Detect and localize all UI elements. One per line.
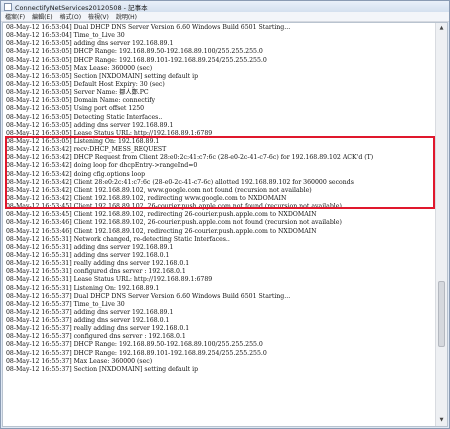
log-line: 08-May-12 16:53:05] Using port offset 12… (6, 105, 145, 113)
log-line: 08-May-12 16:55:37] Section [NXDOMAIN] s… (6, 365, 199, 373)
log-line: 08-May-12 16:55:31] Lease Status URL: ht… (6, 276, 213, 284)
title-bar[interactable]: ConnectifyNetServices20120508 - 記事本 (1, 1, 449, 12)
log-line: 08-May-12 16:55:37] configured dns serve… (6, 333, 186, 341)
log-line: 08-May-12 16:53:05] adding dns server 19… (6, 121, 174, 129)
log-line: 08-May-12 16:53:05] Default Host Expiry:… (6, 80, 165, 88)
log-line: 08-May-12 16:53:42] Client 28:e0:2c:41:c… (6, 178, 354, 186)
log-line: 08-May-12 16:55:31] configured dns serve… (6, 268, 186, 276)
log-line: 08-May-12 16:55:31] really adding dns se… (6, 260, 190, 268)
log-line: 08-May-12 16:53:05] adding dns server 19… (6, 40, 174, 48)
menu-item[interactable]: 檔案(F) (5, 12, 25, 21)
log-line: 08-May-12 16:53:05] Max Lease: 360000 (s… (6, 64, 153, 72)
log-line: 08-May-12 16:55:37] Dual DHCP DNS Server… (6, 292, 291, 300)
log-line: 08-May-12 16:53:42] DHCP Request from Cl… (6, 154, 374, 162)
menu-item[interactable]: 檢視(V) (88, 12, 109, 21)
log-line: 08-May-12 16:55:37] DHCP Range: 192.168.… (6, 341, 263, 349)
menu-item[interactable]: 編輯(E) (32, 12, 52, 21)
log-line: 08-May-12 16:55:31] Listening On: 192.16… (6, 284, 160, 292)
log-line: 08-May-12 16:53:05] Detecting Static Int… (6, 113, 163, 121)
log-line: 08-May-12 16:53:04] Time_to_Live 30 (6, 32, 125, 40)
log-line: 08-May-12 16:55:31] adding dns server 19… (6, 251, 170, 259)
menu-item[interactable]: 說明(H) (116, 12, 137, 21)
log-line: 08-May-12 16:53:05] DHCP Range: 192.168.… (6, 48, 263, 56)
log-line: 08-May-12 16:53:05] DHCP Range: 192.168.… (6, 56, 267, 64)
notepad-window: ConnectifyNetServices20120508 - 記事本 檔案(F… (0, 0, 450, 429)
vertical-scrollbar[interactable]: ▲ ▼ (435, 23, 447, 426)
log-line: 08-May-12 16:53:42] doing cfig.options l… (6, 170, 146, 178)
log-line: 08-May-12 16:53:45] Client 192.168.89.10… (6, 203, 342, 211)
scroll-down-arrow-icon[interactable]: ▼ (436, 415, 447, 426)
log-line: 08-May-12 16:53:05] Listening On: 192.16… (6, 137, 160, 145)
log-line: 08-May-12 16:53:46] Client 192.168.89.10… (6, 219, 342, 227)
notepad-icon (4, 2, 12, 11)
scroll-thumb[interactable] (438, 281, 445, 347)
log-line: 08-May-12 16:53:05] Domain Name: connect… (6, 97, 155, 105)
log-line: 08-May-12 16:53:05] Server Name: 鄒人鄭.PC (6, 89, 149, 97)
log-line: 08-May-12 16:55:31] adding dns server 19… (6, 243, 174, 251)
log-line: 08-May-12 16:53:42] recv:DHCP_MESS_REQUE… (6, 146, 167, 154)
log-line: 08-May-12 16:55:37] adding dns server 19… (6, 317, 170, 325)
window-title: ConnectifyNetServices20120508 - 記事本 (15, 3, 148, 12)
scroll-up-arrow-icon[interactable]: ▲ (436, 23, 447, 34)
log-line: 08-May-12 16:55:37] Time_to_Live 30 (6, 300, 125, 308)
log-line: 08-May-12 16:53:45] Client 192.168.89.10… (6, 211, 317, 219)
log-text-area[interactable]: 08-May-12 16:53:04] Dual DHCP DNS Server… (6, 23, 435, 426)
log-line: 08-May-12 16:53:42] Client 192.168.89.10… (6, 194, 287, 202)
log-line: 08-May-12 16:53:05] Section [NXDOMAIN] s… (6, 72, 199, 80)
log-line: 08-May-12 16:53:46] Client 192.168.89.10… (6, 227, 317, 235)
text-editor[interactable]: 08-May-12 16:53:04] Dual DHCP DNS Server… (2, 22, 448, 427)
log-line: 08-May-12 16:55:31] Network changed, re-… (6, 235, 230, 243)
menu-bar: 檔案(F) 編輯(E) 格式(O) 檢視(V) 說明(H) (1, 12, 449, 22)
log-line: 08-May-12 16:55:37] Max Lease: 360000 (s… (6, 357, 153, 365)
log-line: 08-May-12 16:55:37] adding dns server 19… (6, 308, 174, 316)
log-line: 08-May-12 16:53:42] Client 192.168.89.10… (6, 186, 312, 194)
log-line: 08-May-12 16:55:37] really adding dns se… (6, 325, 190, 333)
menu-item[interactable]: 格式(O) (60, 12, 81, 21)
log-line: 08-May-12 16:55:37] DHCP Range: 192.168.… (6, 349, 267, 357)
log-line: 08-May-12 16:53:04] Dual DHCP DNS Server… (6, 24, 291, 31)
log-line: 08-May-12 16:53:42] doing loop for dhcpE… (6, 162, 198, 170)
log-line: 08-May-12 16:53:05] Lease Status URL: ht… (6, 129, 213, 137)
